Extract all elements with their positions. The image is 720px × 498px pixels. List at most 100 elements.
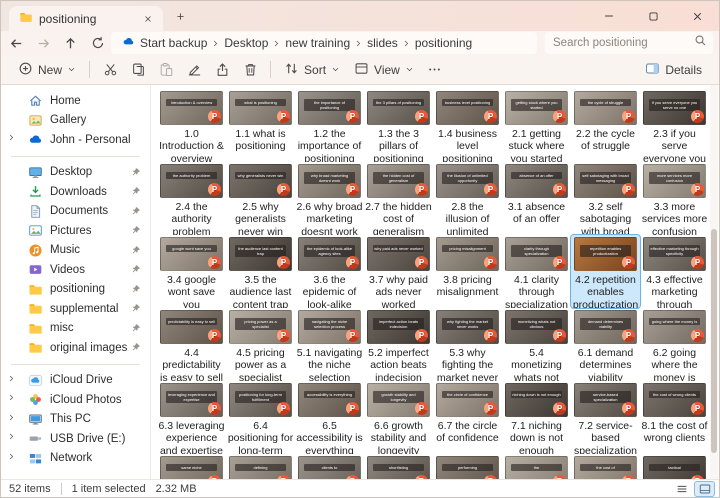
view-button[interactable]: View (347, 57, 421, 82)
file-item[interactable]: why broad marketing doesnt work P 2.6 why … (295, 162, 364, 235)
search-box[interactable] (545, 32, 713, 54)
file-item[interactable]: accessibility is everything P 6.5 accessib… (295, 381, 364, 454)
file-item[interactable]: the audience last content trap P 3.5 the a… (226, 235, 295, 308)
up-button[interactable] (57, 32, 84, 54)
search-input[interactable] (553, 37, 694, 49)
back-button[interactable] (3, 32, 30, 54)
sidebar-item-icloud-drive[interactable]: iCloud Drive (1, 371, 150, 391)
file-item[interactable]: the cost ofP10.1 the cost of (571, 454, 640, 479)
breadcrumb-item[interactable]: slides (364, 35, 401, 51)
sidebar-item-original-images[interactable]: original images (1, 338, 150, 358)
file-item[interactable]: self sabotaging with broad messaging P 3.2… (571, 162, 640, 235)
file-item[interactable]: the cycle of struggle P 2.2 the cycle of s… (571, 89, 640, 162)
chevron-right-icon[interactable] (7, 393, 16, 405)
file-item[interactable]: why fighting the market never works P 5.3 … (433, 308, 502, 381)
file-item[interactable]: business level positioning P 1.4 business … (433, 89, 502, 162)
breadcrumb-chevron-icon[interactable] (272, 39, 281, 48)
file-item[interactable]: the hidden cost of generalism P 2.7 the hi… (364, 162, 433, 235)
sidebar-item-this-pc[interactable]: This PC (1, 410, 150, 430)
file-item[interactable]: google wont save you P 3.4 google wont sav… (157, 235, 226, 308)
file-item-selected[interactable]: repetition enables productization P 4.2 re… (570, 234, 641, 309)
breadcrumb-item[interactable]: positioning (412, 35, 475, 51)
file-item[interactable]: same nicheP8.2 same niche (157, 454, 226, 479)
breadcrumb-chevron-icon[interactable] (354, 39, 363, 48)
sidebar-item-pictures[interactable]: Pictures (1, 221, 150, 241)
refresh-button[interactable] (84, 32, 111, 54)
share-button[interactable] (208, 57, 236, 82)
tab-close-icon[interactable] (139, 10, 157, 28)
breadcrumb-chevron-icon[interactable] (402, 39, 411, 48)
vertical-scrollbar[interactable] (710, 85, 718, 479)
file-item[interactable]: the cost of wrong clients P 8.1 the cost o… (640, 381, 709, 454)
maximize-button[interactable] (631, 1, 675, 31)
delete-button[interactable] (236, 57, 264, 82)
file-item[interactable]: the circle of confidence P 6.7 the circle … (433, 381, 502, 454)
see-more-button[interactable] (421, 57, 449, 82)
file-item[interactable]: growth stability and longevity P 6.6 growt… (364, 381, 433, 454)
file-item[interactable]: service-based specialization P 7.2 service… (571, 381, 640, 454)
file-item[interactable]: pricing power as a specialist P 4.5 pricin… (226, 308, 295, 381)
tab-positioning[interactable]: positioning (9, 6, 163, 31)
file-item[interactable]: more services more confusion P 3.3 more se… (640, 162, 709, 235)
file-item[interactable]: imperfect action beats indecision P 5.2 im… (364, 308, 433, 381)
file-item[interactable]: niching down is not enough P 7.1 niching d… (502, 381, 571, 454)
chevron-right-icon[interactable] (7, 432, 16, 444)
file-item[interactable]: navigating the niche selection process P 5… (295, 308, 364, 381)
sidebar-item-music[interactable]: Music (1, 241, 150, 261)
file-item[interactable]: Introduction & overview P 1.0 Introduction… (157, 89, 226, 162)
breadcrumb-chevron-icon[interactable] (211, 39, 220, 48)
new-button[interactable]: New (11, 57, 83, 82)
file-item[interactable]: if you serve everyone you serve no one P 2… (640, 89, 709, 162)
file-item[interactable]: the illusion of unlimited opportunity P 2.… (433, 162, 502, 235)
file-item[interactable]: what is positioning P 1.1 what is position… (226, 89, 295, 162)
file-item[interactable]: going where the money is P 6.2 going where… (640, 308, 709, 381)
file-item[interactable]: demand determines viability P 6.1 demand d… (571, 308, 640, 381)
file-item[interactable]: performingP9.2 performing (433, 454, 502, 479)
minimize-button[interactable] (587, 1, 631, 31)
file-item[interactable]: getting stuck where you started P 2.1 gett… (502, 89, 571, 162)
file-item[interactable]: pricing misalignment P 3.8 pricing misalig… (433, 235, 502, 308)
file-item[interactable]: why generalists never win P 2.5 why genera… (226, 162, 295, 235)
chevron-right-icon[interactable] (7, 413, 16, 425)
details-toggle-button[interactable]: Details (638, 57, 709, 82)
sidebar-item-john-personal[interactable]: John - Personal (1, 130, 150, 150)
sidebar-item-downloads[interactable]: Downloads (1, 182, 150, 202)
sidebar-item-videos[interactable]: Videos (1, 260, 150, 280)
breadcrumb-item[interactable]: Start backup (119, 34, 210, 52)
file-item[interactable]: predictability is easy to sell P 4.4 predi… (157, 308, 226, 381)
file-item[interactable]: the authority problem P 2.4 the authority … (157, 162, 226, 235)
cut-button[interactable] (96, 57, 124, 82)
sidebar-item-misc[interactable]: misc (1, 319, 150, 339)
sidebar-item-gallery[interactable]: Gallery (1, 111, 150, 131)
breadcrumb-item[interactable]: new training (282, 35, 353, 51)
file-item[interactable]: absence of an offer P 3.1 absence of an of… (502, 162, 571, 235)
sidebar-item-positioning[interactable]: positioning (1, 280, 150, 300)
sidebar-item-network[interactable]: Network (1, 449, 150, 469)
file-item[interactable]: definingP8.3 defining (226, 454, 295, 479)
file-item[interactable]: the importance of positioning P 1.2 the im… (295, 89, 364, 162)
file-item[interactable]: shortlistingP9.1 shortlisting (364, 454, 433, 479)
rename-button[interactable] (180, 57, 208, 82)
thumbnail-view-toggle[interactable] (694, 480, 715, 497)
file-item[interactable]: clarity through specialization P 4.1 clari… (502, 235, 571, 308)
forward-button[interactable] (30, 32, 57, 54)
file-item[interactable]: the epidemic of look-alike agency sites P… (295, 235, 364, 308)
sidebar-item-home[interactable]: Home (1, 91, 150, 111)
close-button[interactable] (675, 1, 719, 31)
file-item[interactable]: the 3 pillars of positioning P 1.3 the 3 p… (364, 89, 433, 162)
paste-button[interactable] (152, 57, 180, 82)
file-item[interactable]: clients toP8.4 clients to (295, 454, 364, 479)
breadcrumb[interactable]: Start backup Desktop new training slides pos… (111, 32, 537, 54)
file-item[interactable]: leveraging experience and expertise P 6.3 … (157, 381, 226, 454)
file-item[interactable]: monetizing whats not obvious P 5.4 monetiz… (502, 308, 571, 381)
file-item[interactable]: theP9.4 the (502, 454, 571, 479)
sidebar-item-desktop[interactable]: Desktop (1, 163, 150, 183)
sidebar-item-icloud-photos[interactable]: iCloud Photos (1, 390, 150, 410)
sort-button[interactable]: Sort (277, 57, 347, 82)
chevron-right-icon[interactable] (7, 133, 16, 145)
sidebar-item-usb-drive-e-[interactable]: USB Drive (E:) (1, 429, 150, 449)
file-item[interactable]: positioning for long-term fulfillment P 6.… (226, 381, 295, 454)
chevron-right-icon[interactable] (7, 374, 16, 386)
details-view-toggle[interactable] (671, 481, 692, 497)
file-item[interactable]: effective marketing through specificity P… (640, 235, 709, 308)
